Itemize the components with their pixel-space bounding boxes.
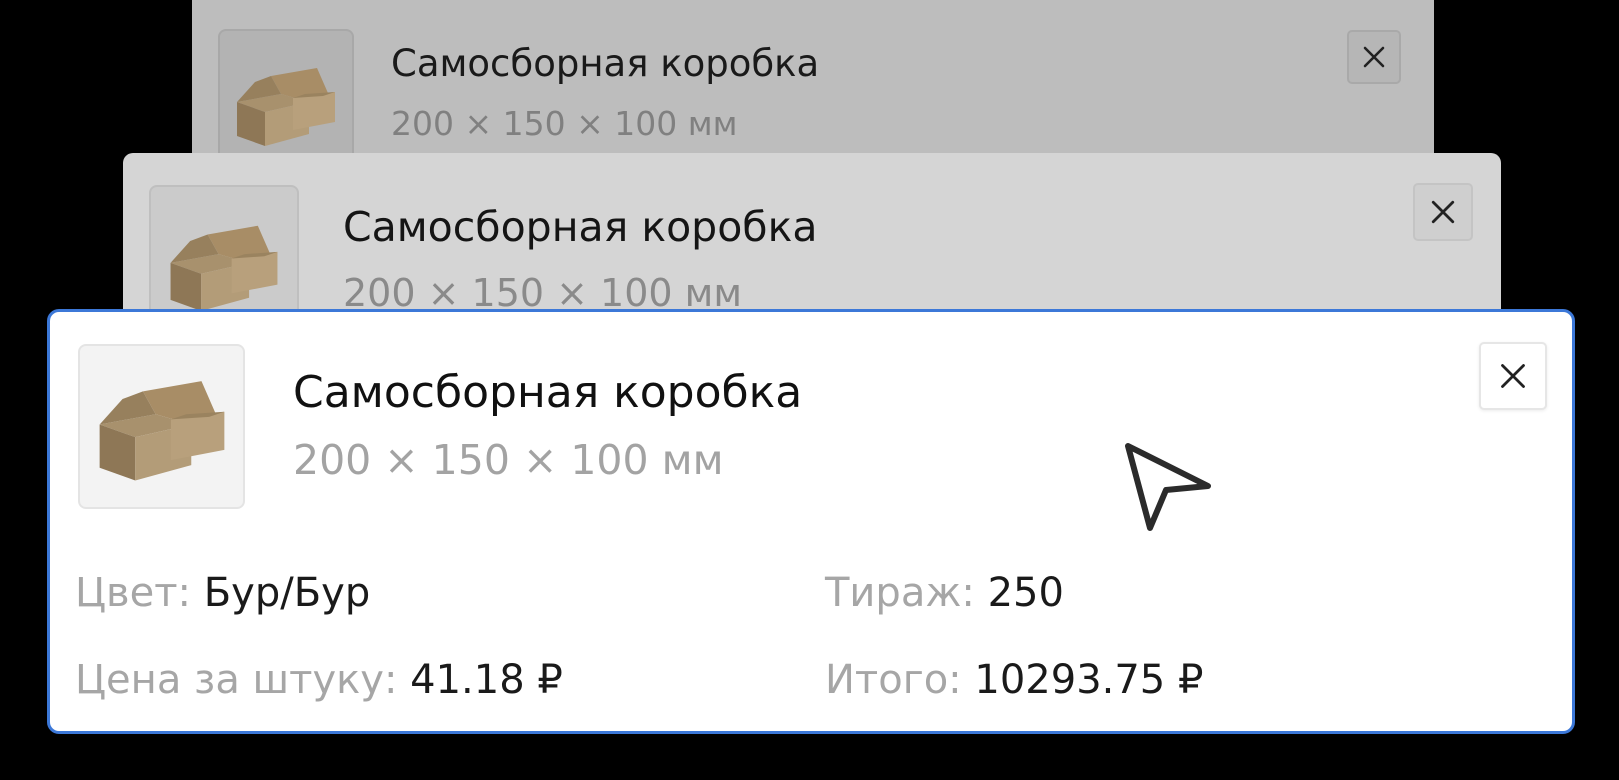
product-title: Самосборная коробка: [391, 42, 820, 85]
detail-total-value: 10293.75 ₽: [974, 657, 1204, 703]
kraft-box-icon: [170, 225, 278, 311]
product-card-front[interactable]: Самосборная коробка 200 × 150 × 100 мм Ц…: [47, 309, 1575, 734]
product-dimensions: 200 × 150 × 100 мм: [391, 104, 738, 143]
product-thumbnail: [149, 185, 299, 323]
kraft-box-icon: [99, 380, 224, 480]
product-dimensions: 200 × 150 × 100 мм: [293, 436, 724, 484]
close-icon: [1431, 200, 1455, 224]
product-title: Самосборная коробка: [343, 203, 818, 251]
detail-unit-price-value: 41.18 ₽: [410, 657, 563, 703]
detail-total: Итого: 10293.75 ₽: [825, 657, 1203, 703]
detail-run-value: 250: [987, 570, 1064, 616]
close-icon: [1363, 46, 1385, 68]
stacked-cards-stage: Самосборная коробка 200 × 150 × 100 мм С…: [0, 0, 1619, 780]
close-button[interactable]: [1479, 342, 1547, 410]
detail-color-label: Цвет:: [75, 570, 192, 616]
detail-run-label: Тираж:: [825, 570, 975, 616]
detail-unit-price-label: Цена за штуку:: [75, 657, 398, 703]
detail-total-label: Итого:: [825, 657, 962, 703]
detail-color-value: Бур/Бур: [203, 570, 371, 616]
detail-run: Тираж: 250: [825, 570, 1064, 616]
product-title: Самосборная коробка: [293, 367, 803, 418]
detail-color: Цвет: Бур/Бур: [75, 570, 370, 616]
product-thumbnail: [78, 344, 245, 509]
pointer-arrow-icon: [1125, 443, 1211, 531]
close-button[interactable]: [1347, 30, 1401, 84]
kraft-box-icon: [237, 68, 335, 146]
product-card-middle[interactable]: Самосборная коробка 200 × 150 × 100 мм: [123, 153, 1501, 323]
detail-unit-price: Цена за штуку: 41.18 ₽: [75, 657, 563, 703]
close-button[interactable]: [1413, 183, 1473, 241]
close-icon: [1501, 364, 1525, 388]
product-thumbnail: [218, 29, 354, 170]
product-card-back[interactable]: Самосборная коробка 200 × 150 × 100 мм: [192, 0, 1434, 170]
